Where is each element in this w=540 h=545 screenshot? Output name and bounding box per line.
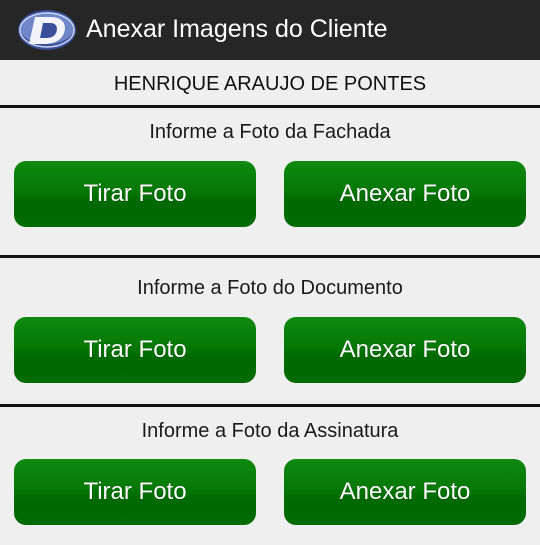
attach-photo-button-document[interactable]: Anexar Foto: [284, 317, 526, 383]
section-label-document: Informe a Foto do Documento: [137, 277, 403, 299]
take-photo-button-facade[interactable]: Tirar Foto: [14, 161, 256, 227]
section-divider: [0, 255, 540, 258]
app-bar: Anexar Imagens do Cliente: [0, 0, 540, 60]
section-divider: [0, 404, 540, 407]
app-title: Anexar Imagens do Cliente: [86, 15, 388, 43]
take-photo-button-signature[interactable]: Tirar Foto: [14, 459, 256, 525]
attach-images-screen: Anexar Imagens do Cliente HENRIQUE ARAUJ…: [0, 0, 540, 545]
app-logo-icon: [18, 10, 76, 50]
attach-photo-button-signature[interactable]: Anexar Foto: [284, 459, 526, 525]
client-name: HENRIQUE ARAUJO DE PONTES: [113, 73, 427, 95]
take-photo-button-document[interactable]: Tirar Foto: [14, 317, 256, 383]
section-label-signature: Informe a Foto da Assinatura: [141, 420, 399, 442]
attach-photo-button-facade[interactable]: Anexar Foto: [284, 161, 526, 227]
section-label-facade: Informe a Foto da Fachada: [149, 121, 391, 143]
section-divider: [0, 105, 540, 108]
